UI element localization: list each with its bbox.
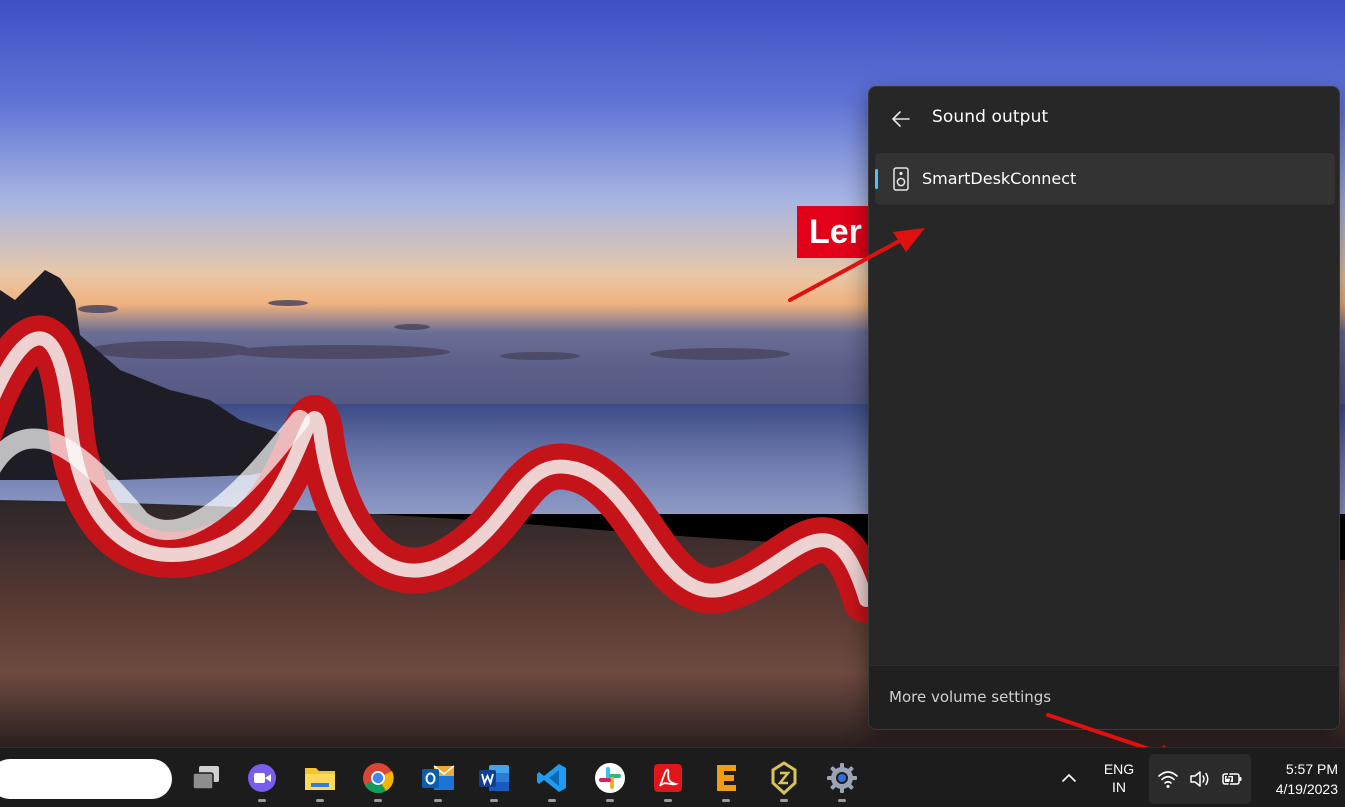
- meet-app-button[interactable]: [240, 756, 284, 802]
- running-indicator: [490, 799, 498, 802]
- e-letter-icon: [717, 765, 736, 791]
- system-clock[interactable]: 5:57 PM 4/19/2023: [1262, 759, 1338, 799]
- flyout-footer: More volume settings: [869, 665, 1339, 729]
- running-indicator: [838, 799, 846, 802]
- slack-button[interactable]: [588, 756, 632, 802]
- running-indicator: [722, 799, 730, 802]
- running-indicator: [258, 799, 266, 802]
- device-label: SmartDeskConnect: [922, 169, 1077, 188]
- running-indicator: [780, 799, 788, 802]
- lenovo-logo: Ler: [797, 206, 877, 258]
- chrome-icon: [363, 763, 394, 794]
- quick-settings-button[interactable]: [1149, 754, 1251, 804]
- pin-icon: [771, 761, 797, 795]
- battery-charging-icon: [1222, 770, 1242, 786]
- language-code: ENG: [1103, 761, 1135, 777]
- settings-button[interactable]: [820, 756, 864, 802]
- running-indicator: [374, 799, 382, 802]
- selected-indicator: [875, 169, 878, 189]
- running-indicator: [434, 799, 442, 802]
- word-icon: [479, 765, 509, 791]
- flyout-header: Sound output: [869, 87, 1339, 149]
- video-camera-icon: [248, 764, 276, 792]
- arrow-left-icon: [892, 111, 910, 127]
- speaker-icon: [893, 167, 909, 191]
- taskbar: ENG IN 5:57 PM 4/19/2023: [0, 747, 1345, 807]
- acrobat-icon: [654, 764, 682, 792]
- running-indicator: [316, 799, 324, 802]
- e-app-button[interactable]: [704, 756, 748, 802]
- word-button[interactable]: [472, 756, 516, 802]
- slack-icon: [595, 763, 625, 793]
- more-volume-settings-link[interactable]: More volume settings: [889, 688, 1051, 706]
- taskbar-search-box[interactable]: [0, 759, 172, 799]
- file-explorer-button[interactable]: [298, 756, 342, 802]
- clock-time: 5:57 PM: [1285, 761, 1338, 777]
- gear-icon: [827, 763, 857, 793]
- device-item-smartdeskconnect[interactable]: SmartDeskConnect: [875, 153, 1335, 205]
- task-view-icon: [192, 766, 219, 790]
- outlook-icon: [422, 765, 455, 790]
- volume-icon: [1190, 771, 1209, 787]
- input-language-indicator[interactable]: ENG IN: [1097, 760, 1141, 796]
- running-indicator: [606, 799, 614, 802]
- vscode-icon: [537, 764, 566, 792]
- clock-date: 4/19/2023: [1275, 781, 1338, 797]
- running-indicator: [548, 799, 556, 802]
- running-indicator: [664, 799, 672, 802]
- sound-output-flyout: Sound output SmartDeskConnect More volum…: [868, 86, 1340, 730]
- show-hidden-icons-button[interactable]: [1055, 764, 1083, 792]
- folder-icon: [305, 768, 335, 790]
- task-view-button[interactable]: [184, 756, 228, 800]
- acrobat-button[interactable]: [646, 756, 690, 802]
- flyout-title: Sound output: [932, 107, 1049, 127]
- region-code: IN: [1112, 779, 1126, 795]
- chrome-button[interactable]: [356, 756, 400, 802]
- vscode-button[interactable]: [530, 756, 574, 802]
- chevron-up-icon: [1062, 773, 1076, 782]
- pin-app-button[interactable]: [762, 756, 806, 802]
- back-button[interactable]: [885, 103, 917, 135]
- outlook-button[interactable]: [416, 756, 460, 802]
- wifi-icon: [1158, 771, 1178, 788]
